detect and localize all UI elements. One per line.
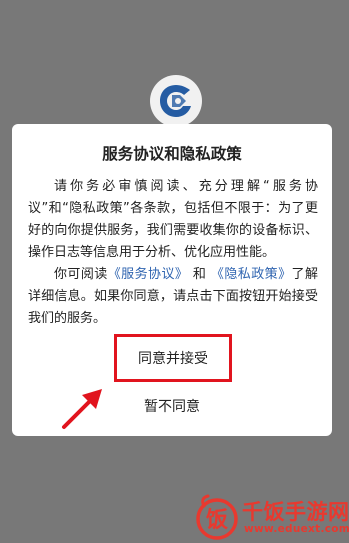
site-watermark: 饭 千饭手游网 www.eduext.com <box>196 494 349 543</box>
red-arrow-icon <box>62 389 102 429</box>
privacy-policy-link[interactable]: 《隐私政策》 <box>211 267 292 282</box>
dialog-title: 服务协议和隐私政策 <box>102 145 242 163</box>
dialog-body: 请你务必审慎阅读、充分理解“服务协议”和“隐私政策”各条款，包括但不限于：为了更… <box>28 176 318 330</box>
watermark-name: 千饭手游网 <box>242 500 349 524</box>
para2-and: 和 <box>192 267 207 282</box>
para2-before: 你可阅读 <box>54 267 108 282</box>
watermark-url: www.eduext.com <box>244 523 349 535</box>
dialog-paragraph-1: 请你务必审慎阅读、充分理解“服务协议”和“隐私政策”各条款，包括但不限于：为了更… <box>28 179 318 260</box>
dialog-paragraph-2: 你可阅读《服务协议》 和 《隐私政策》了解详细信息。如果你同意，请点击下面按钮开… <box>28 264 318 330</box>
service-agreement-link[interactable]: 《服务协议》 <box>108 267 189 282</box>
app-logo-icon <box>150 75 202 127</box>
watermark-logo-icon: 饭 <box>196 494 238 540</box>
watermark-logo-char: 饭 <box>206 507 228 533</box>
agree-highlight-box: 同意并接受 <box>114 334 232 382</box>
agree-button[interactable]: 同意并接受 <box>138 348 208 368</box>
